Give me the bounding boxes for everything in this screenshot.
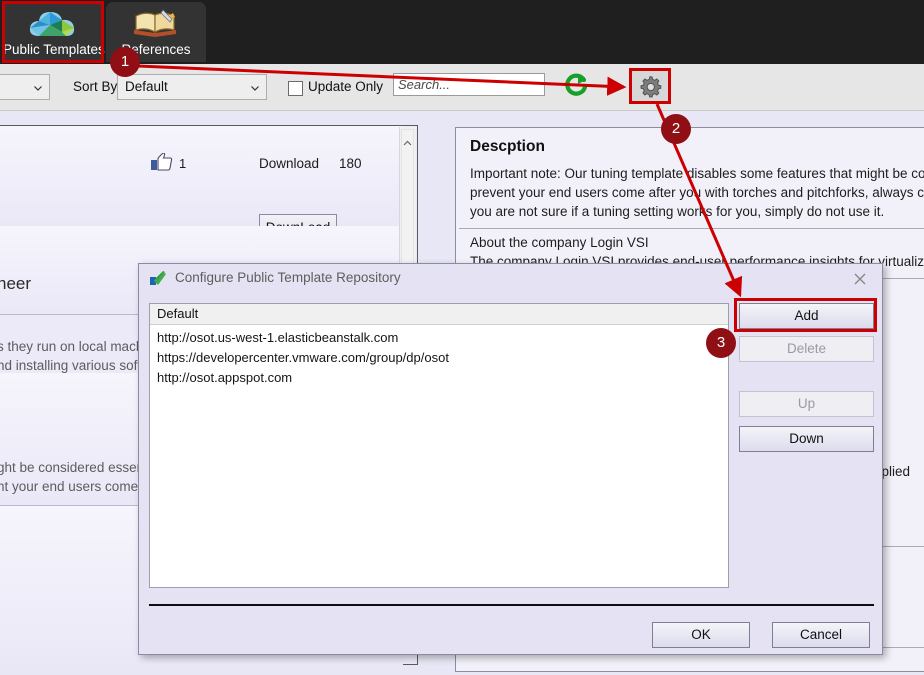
ribbon-bar: Public Templates References (0, 0, 924, 64)
card-desc-line: nt your end users come af (0, 479, 154, 494)
sort-by-label: Sort By (73, 79, 118, 94)
dialog-divider (149, 604, 874, 606)
chevron-up-icon[interactable] (403, 133, 412, 151)
cancel-button[interactable]: Cancel (772, 622, 870, 648)
description-line: you are not sure if a tuning setting wor… (470, 204, 885, 219)
add-button[interactable]: Add (739, 303, 874, 329)
like-count: 1 (179, 156, 187, 171)
gear-icon (632, 74, 668, 98)
refresh-icon[interactable] (563, 72, 591, 98)
delete-button: Delete (739, 336, 874, 362)
app-checkmark-icon (150, 271, 167, 286)
card-desc-line: ght be considered essentia (0, 460, 159, 475)
cloud-templates-icon (3, 8, 103, 38)
template-card[interactable]: 1 Download 180 DownLoad (0, 126, 403, 242)
dialog-title: Configure Public Template Repository (175, 270, 401, 285)
book-references-icon (106, 8, 206, 38)
settings-gear-button[interactable] (631, 70, 669, 102)
configure-repository-dialog[interactable]: Configure Public Template Repository Def… (138, 263, 883, 655)
list-item[interactable]: https://developercenter.vmware.com/group… (157, 350, 449, 365)
description-line: About the company Login VSI (470, 235, 649, 250)
download-label: Download (259, 156, 320, 171)
download-count: 180 (339, 156, 362, 171)
chevron-down-icon (33, 81, 43, 91)
search-placeholder: Search... (398, 77, 451, 92)
card-title-partial: neer (0, 274, 32, 293)
card-desc-line: s they run on local machin (0, 339, 154, 354)
screenshot-root: 1 Download 180 DownLoad neer s they run … (0, 0, 924, 675)
checkbox-box[interactable] (288, 81, 303, 96)
tab-references[interactable]: References (106, 2, 206, 62)
tab-label: Public Templates (3, 42, 105, 57)
description-divider (459, 228, 924, 229)
list-item[interactable]: http://osot.appspot.com (157, 370, 292, 385)
up-button: Up (739, 391, 874, 417)
close-icon[interactable] (847, 268, 873, 290)
repository-list-header[interactable]: Default (150, 304, 728, 325)
description-title: Descption (470, 138, 545, 155)
filter-dropdown[interactable] (0, 74, 50, 100)
update-only-label: Update Only (308, 79, 384, 94)
tab-label: References (121, 42, 191, 57)
chevron-down-icon (250, 81, 260, 91)
sort-by-value: Default (125, 79, 168, 94)
list-item[interactable]: http://osot.us-west-1.elasticbeanstalk.c… (157, 330, 398, 345)
search-input[interactable]: Search... (393, 73, 545, 96)
repository-list[interactable]: Default http://osot.us-west-1.elasticbea… (149, 303, 729, 588)
card-desc-line: nd installing various softw (0, 358, 151, 373)
thumbs-up-icon (151, 152, 173, 171)
ok-button[interactable]: OK (652, 622, 750, 648)
sort-by-dropdown[interactable]: Default (117, 74, 267, 100)
description-line: Important note: Our tuning template disa… (470, 166, 924, 181)
description-line: prevent your end users come after you wi… (470, 185, 924, 200)
tab-public-templates[interactable]: Public Templates (3, 2, 105, 62)
down-button[interactable]: Down (739, 426, 874, 452)
